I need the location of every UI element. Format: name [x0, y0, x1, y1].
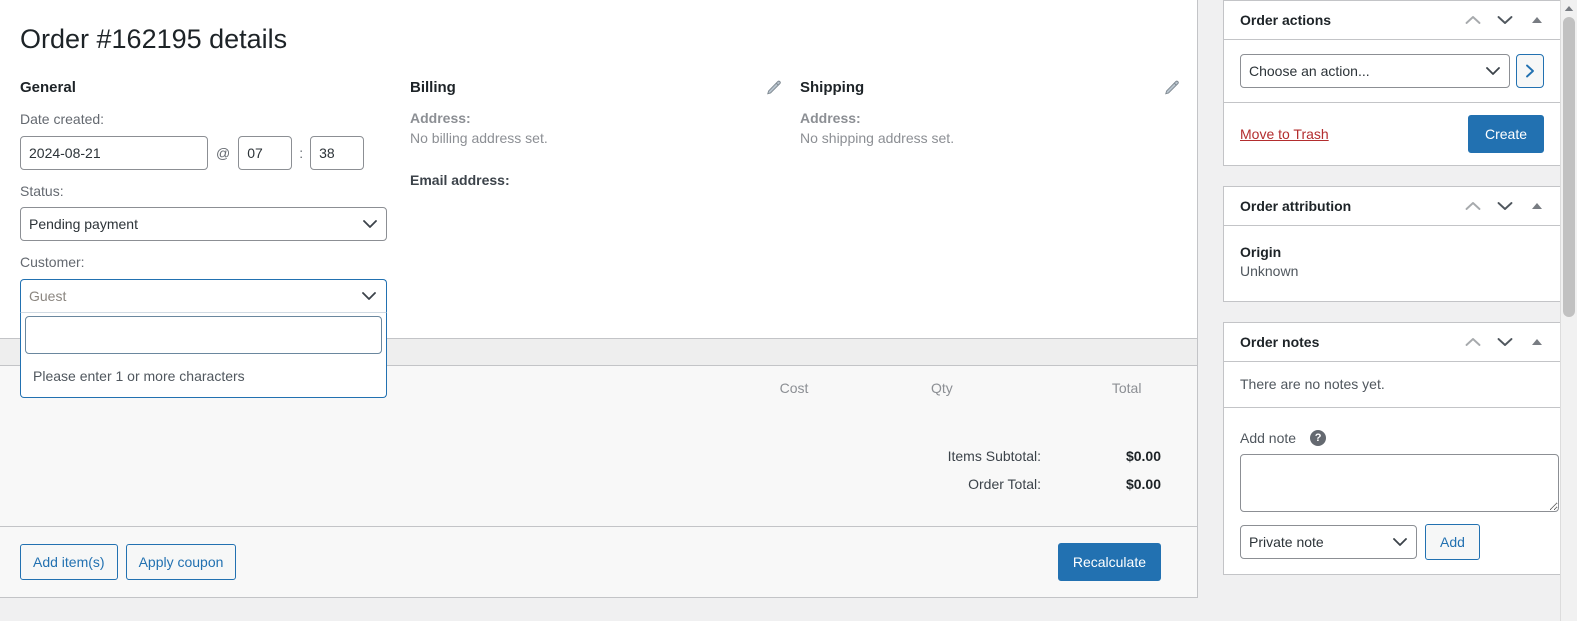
general-heading: General [20, 79, 76, 97]
customer-search-input[interactable] [25, 315, 382, 354]
origin-value: Unknown [1240, 263, 1299, 279]
scroll-up-arrow-icon[interactable] [1561, 0, 1577, 17]
customer-dropdown: Please enter 1 or more characters [20, 311, 387, 398]
main-column: Order #162195 details General Date creat… [0, 0, 1198, 621]
panel-controls [1462, 331, 1548, 353]
customer-dropdown-message: Please enter 1 or more characters [33, 367, 245, 384]
customer-label: Customer: [20, 254, 85, 271]
page-title: Order #162195 details [20, 24, 288, 54]
billing-address-label: Address: [410, 110, 471, 127]
order-columns: General Date created: @ : Status: Pendin… [0, 57, 1200, 398]
recalculate-button[interactable]: Recalculate [1057, 543, 1161, 581]
order-action-select[interactable]: Choose an action... [1240, 54, 1510, 88]
order-edit-screen: Order #162195 details General Date creat… [0, 0, 1577, 621]
customer-select-widget: Guest Please enter 1 or more characters [20, 278, 387, 398]
order-attribution-header: Order attribution [1224, 187, 1560, 226]
triangle-up-icon[interactable] [1526, 331, 1548, 353]
total-row: Order Total: $0.00 [0, 476, 1197, 492]
triangle-up-icon[interactable] [1526, 9, 1548, 31]
create-button[interactable]: Create [1467, 115, 1544, 153]
column-header-cost: Cost [664, 366, 809, 414]
order-actions-header: Order actions [1224, 1, 1560, 40]
order-data-card: Order #162195 details General Date creat… [0, 0, 1200, 398]
add-note-textarea[interactable] [1240, 454, 1559, 512]
order-total-label: Order Total: [968, 476, 1041, 492]
billing-heading: Billing [410, 79, 456, 97]
pencil-icon[interactable] [1162, 79, 1180, 97]
triangle-up-icon[interactable] [1526, 195, 1548, 217]
panel-controls [1462, 9, 1548, 31]
items-subtotal-label: Items Subtotal: [947, 448, 1041, 464]
billing-address-value: No billing address set. [410, 130, 548, 147]
total-row: Items Subtotal: $0.00 [0, 448, 1197, 464]
order-action-row: Choose an action... [1224, 40, 1560, 103]
items-subtotal-value: $0.00 [1125, 448, 1161, 464]
pencil-icon[interactable] [764, 79, 782, 97]
chevron-up-icon[interactable] [1462, 331, 1484, 353]
shipping-heading: Shipping [800, 79, 865, 97]
scrollbar-thumb[interactable] [1563, 17, 1575, 317]
column-header-qty: Qty [808, 366, 953, 414]
chevron-up-icon[interactable] [1462, 195, 1484, 217]
add-note-controls: Private note Add [1240, 524, 1544, 560]
order-actions-footer: Move to Trash Create [1224, 103, 1560, 165]
note-type-select[interactable]: Private note [1240, 525, 1417, 559]
order-notes-empty-message: There are no notes yet. [1224, 362, 1560, 408]
column-header-spacer [1141, 366, 1197, 414]
customer-placeholder: Guest [29, 287, 67, 304]
status-select-wrap: Pending payment [20, 207, 387, 242]
column-header-total: Total [952, 366, 1142, 414]
panel-controls [1462, 195, 1548, 217]
chevron-down-icon[interactable] [1494, 331, 1516, 353]
status-label: Status: [20, 182, 64, 199]
add-note-area: Add note ? Private note Add [1224, 408, 1560, 574]
order-action-select-wrap: Choose an action... [1240, 54, 1510, 88]
at-separator: @ [216, 144, 231, 161]
shipping-column: Shipping Address: No shipping address se… [800, 57, 1200, 313]
page-scrollbar[interactable] [1560, 0, 1577, 621]
sidebar: Order actions Choose an action... Move t… [1223, 0, 1561, 621]
add-note-label-row: Add note ? [1240, 430, 1544, 446]
order-attribution-body: Origin Unknown [1224, 226, 1560, 301]
date-created-input[interactable] [20, 135, 208, 170]
billing-column: Billing Address: No billing address set.… [410, 57, 800, 313]
add-note-button[interactable]: Add [1425, 524, 1480, 560]
billing-email-label: Email address: [410, 172, 510, 189]
order-attribution-title: Order attribution [1240, 198, 1352, 214]
hour-input[interactable] [238, 135, 293, 170]
order-notes-header: Order notes [1224, 323, 1560, 362]
order-total-value: $0.00 [1125, 476, 1161, 492]
general-column: General Date created: @ : Status: Pendin… [20, 57, 410, 398]
order-actions-panel: Order actions Choose an action... Move t… [1223, 0, 1561, 166]
help-icon[interactable]: ? [1310, 430, 1327, 446]
chevron-up-icon[interactable] [1462, 9, 1484, 31]
chevron-right-icon [1526, 64, 1534, 78]
add-items-button[interactable]: Add item(s) [20, 544, 118, 580]
colon-separator: : [299, 144, 304, 161]
chevron-down-icon [362, 291, 376, 300]
shipping-address-value: No shipping address set. [800, 130, 955, 147]
order-notes-title: Order notes [1240, 334, 1320, 350]
customer-select-toggle[interactable]: Guest [20, 278, 387, 313]
items-footer-actions: Add item(s) Apply coupon [20, 544, 237, 580]
apply-action-button[interactable] [1516, 54, 1544, 88]
status-select[interactable]: Pending payment [20, 207, 387, 242]
apply-coupon-button[interactable]: Apply coupon [125, 544, 237, 580]
order-actions-title: Order actions [1240, 12, 1332, 28]
note-type-select-wrap: Private note [1240, 525, 1417, 559]
move-to-trash-link[interactable]: Move to Trash [1240, 126, 1329, 142]
chevron-down-icon[interactable] [1494, 195, 1516, 217]
chevron-down-icon[interactable] [1494, 9, 1516, 31]
minute-input[interactable] [310, 135, 365, 170]
date-created-label: Date created: [20, 111, 105, 128]
date-created-row: @ : [20, 135, 410, 170]
order-notes-panel: Order notes There are no notes yet. Add … [1223, 322, 1561, 575]
order-attribution-panel: Order attribution Origin Unknown [1223, 186, 1561, 302]
add-note-label: Add note [1240, 430, 1297, 446]
order-items-footer: Add item(s) Apply coupon Recalculate [0, 526, 1197, 597]
order-totals: Items Subtotal: $0.00 Order Total: $0.00 [0, 414, 1197, 526]
shipping-address-label: Address: [800, 110, 861, 127]
origin-label: Origin [1240, 244, 1282, 260]
